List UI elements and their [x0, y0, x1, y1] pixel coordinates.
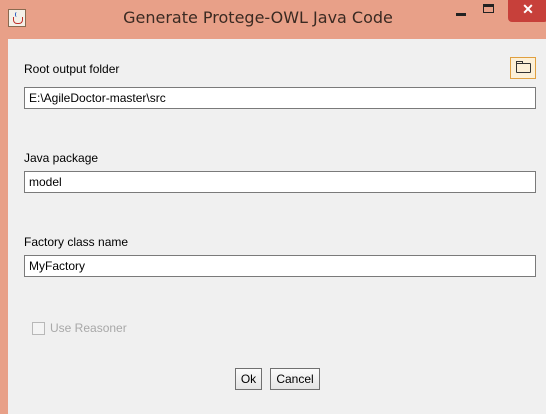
use-reasoner-checkbox[interactable]: [32, 322, 45, 335]
minimize-icon: [456, 13, 466, 16]
maximize-icon: [483, 4, 494, 13]
java-package-label: Java package: [24, 151, 99, 165]
close-icon: ✕: [522, 1, 534, 17]
folder-icon: [516, 63, 531, 73]
minimize-button[interactable]: [448, 0, 474, 22]
ok-button[interactable]: Ok: [235, 368, 262, 390]
factory-class-name-input[interactable]: MyFactory: [24, 255, 536, 277]
maximize-button[interactable]: [476, 0, 502, 22]
factory-class-name-label: Factory class name: [24, 235, 129, 249]
java-package-input[interactable]: model: [24, 171, 536, 193]
dialog-window: Generate Protege-OWL Java Code ✕ Root ou…: [0, 0, 546, 414]
use-reasoner-label: Use Reasoner: [50, 321, 127, 335]
dialog-content: Root output folder E:\AgileDoctor-master…: [8, 39, 546, 414]
browse-folder-button[interactable]: [510, 57, 536, 79]
root-output-folder-input[interactable]: E:\AgileDoctor-master\src: [24, 87, 536, 109]
title-bar[interactable]: Generate Protege-OWL Java Code ✕: [0, 0, 546, 39]
root-output-folder-label: Root output folder: [24, 62, 120, 76]
cancel-button[interactable]: Cancel: [270, 368, 320, 390]
close-button[interactable]: ✕: [508, 0, 546, 22]
